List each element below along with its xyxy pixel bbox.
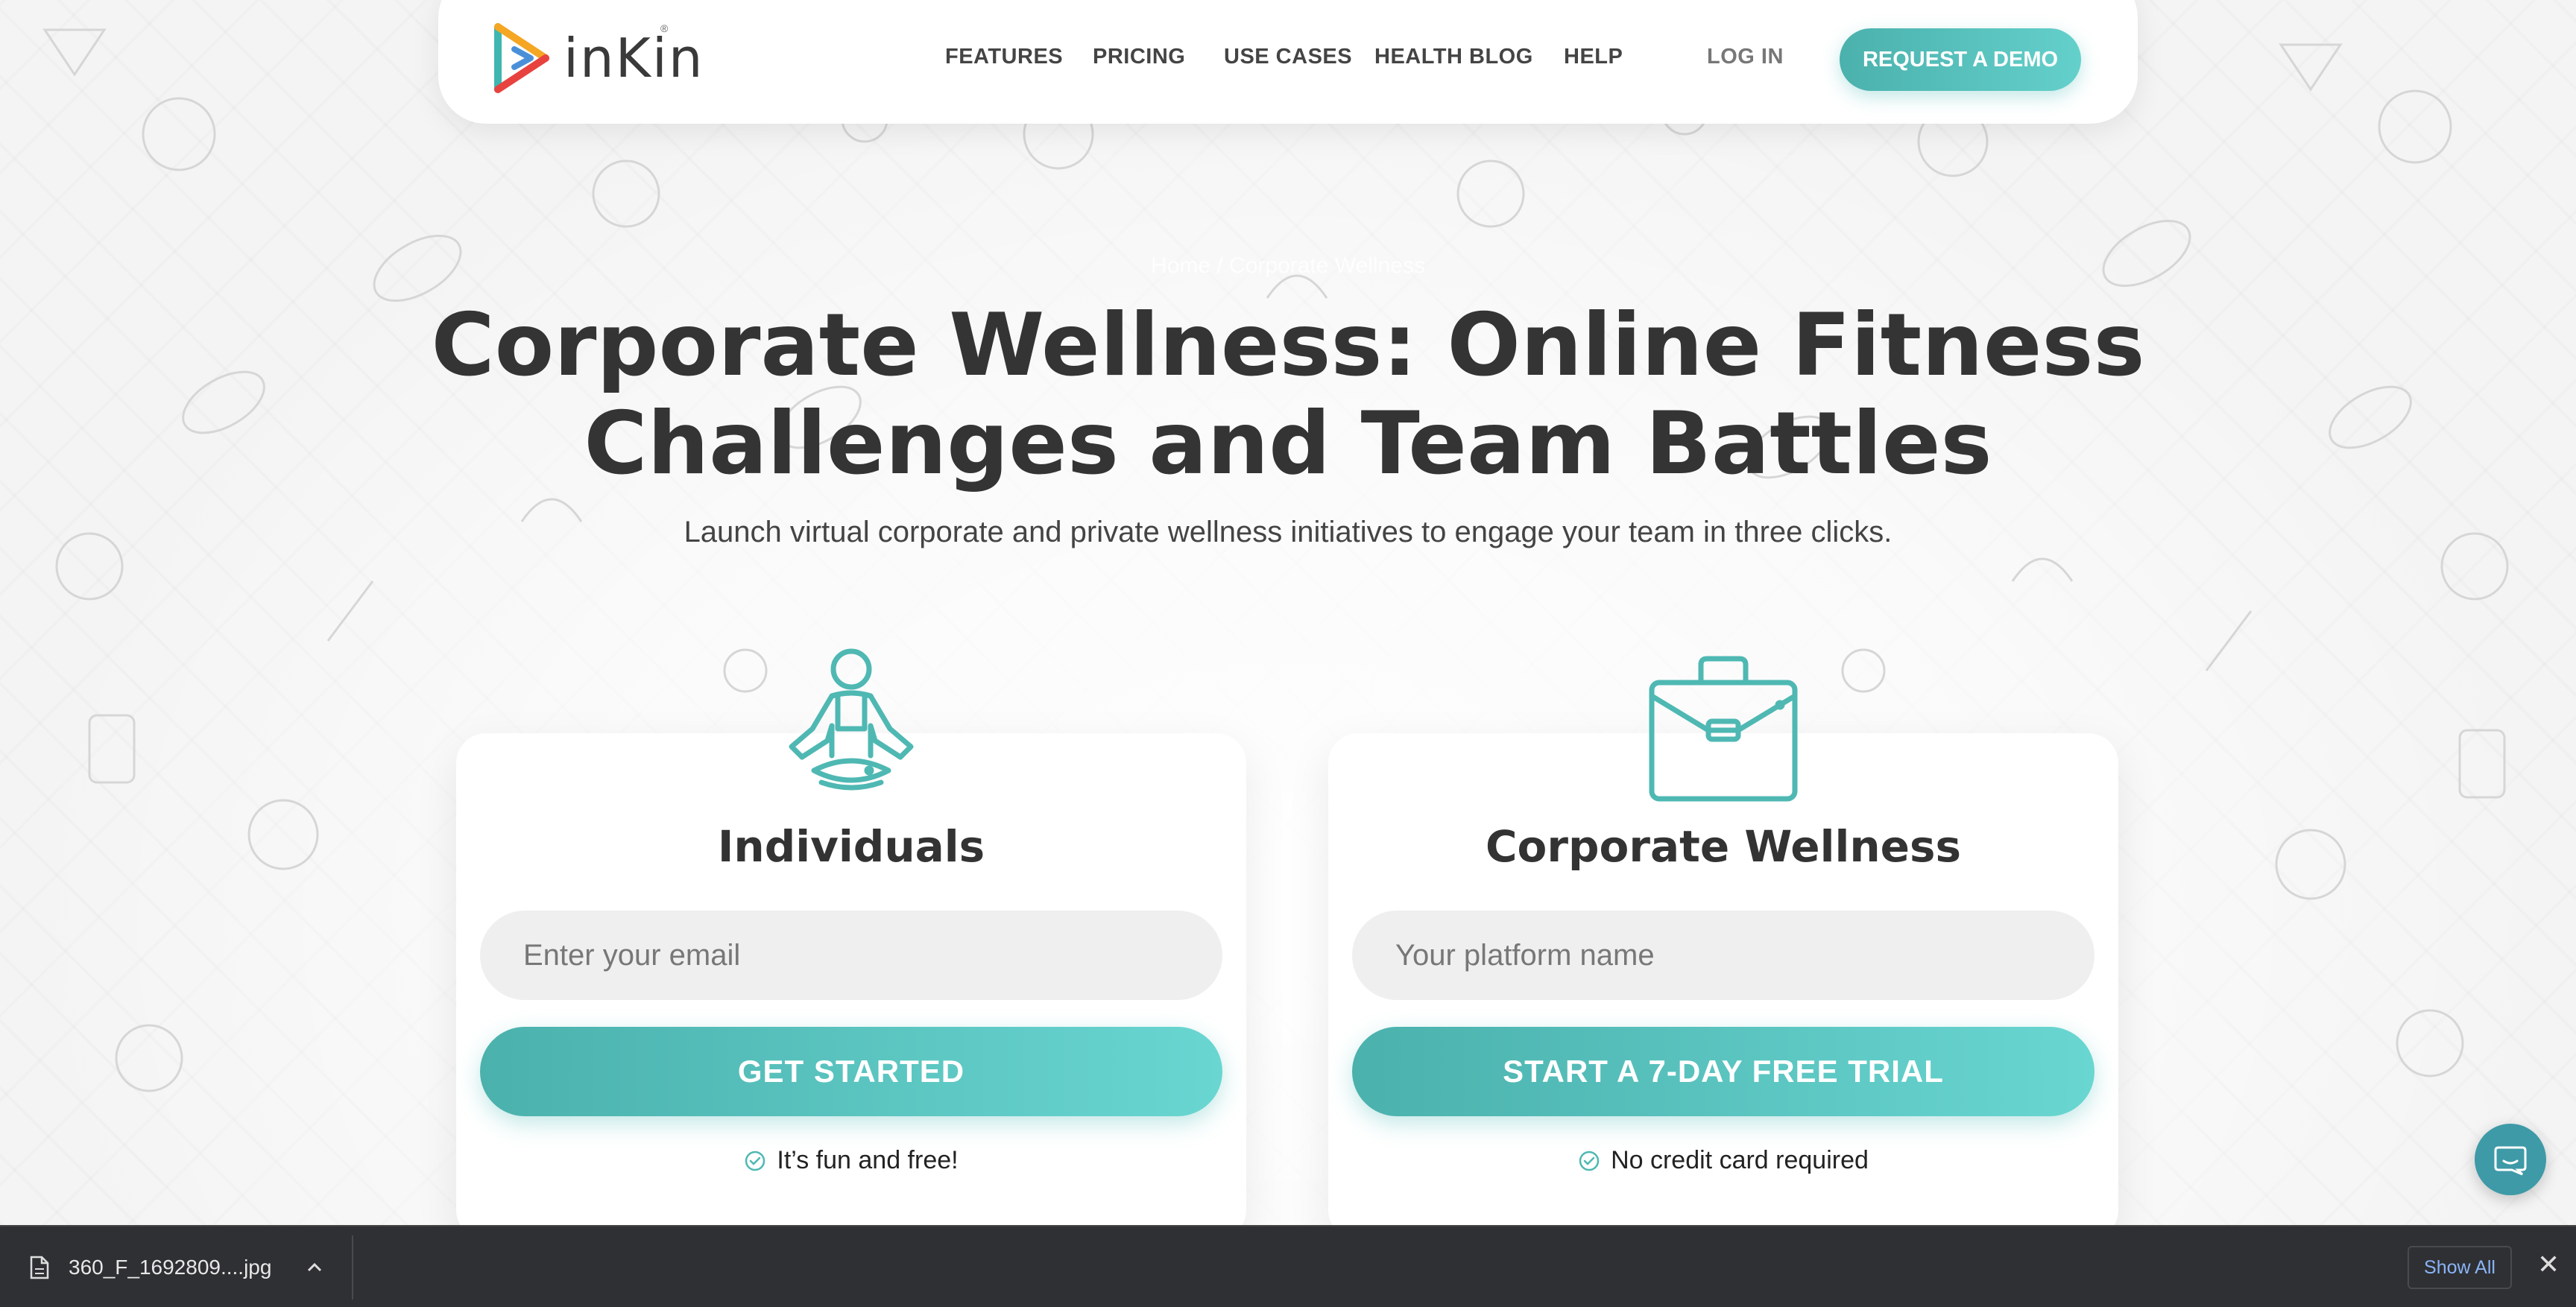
browser-download-bar: 360_F_1692809....jpg Show All ✕ <box>0 1225 2576 1307</box>
check-circle-icon <box>1579 1151 1600 1171</box>
page-subtitle: Launch virtual corporate and private wel… <box>684 516 1892 548</box>
download-item[interactable]: 360_F_1692809....jpg <box>30 1227 323 1307</box>
request-demo-button[interactable]: REQUEST A DEMO <box>1840 28 2081 91</box>
download-file-name: 360_F_1692809....jpg <box>69 1256 272 1279</box>
logo-wordmark: inKin <box>564 27 704 89</box>
nav-features[interactable]: FEATURES <box>945 45 1063 69</box>
meditation-person-icon <box>769 644 933 811</box>
individuals-card: Individuals GET STARTED It’s fun and fre… <box>456 648 1246 1240</box>
card-note-text: It’s fun and free! <box>777 1146 959 1174</box>
briefcase-icon <box>1641 644 1805 811</box>
download-divider <box>352 1235 353 1300</box>
login-link[interactable]: LOG IN <box>1707 45 1784 69</box>
card-note: No credit card required <box>1328 1146 2118 1175</box>
chevron-up-icon[interactable] <box>306 1262 323 1273</box>
nav-health-blog[interactable]: HEALTH BLOG <box>1374 45 1533 69</box>
nav-help[interactable]: HELP <box>1564 45 1623 69</box>
breadcrumb: Home / Corporate Wellness <box>1151 253 1425 278</box>
page-title: Corporate Wellness: Online Fitness Chall… <box>0 297 2576 493</box>
card-title: Individuals <box>717 821 985 872</box>
chat-icon <box>2494 1146 2527 1176</box>
card-note-text: No credit card required <box>1611 1146 1869 1174</box>
get-started-button[interactable]: GET STARTED <box>480 1027 1222 1116</box>
start-free-trial-button[interactable]: START A 7-DAY FREE TRIAL <box>1352 1027 2094 1116</box>
card-note: It’s fun and free! <box>456 1146 1246 1175</box>
inkin-logo[interactable]: inKin ® <box>492 22 704 94</box>
sports-pattern-background <box>0 0 2576 1225</box>
nav-pricing[interactable]: PRICING <box>1093 45 1185 69</box>
corporate-wellness-card: Corporate Wellness START A 7-DAY FREE TR… <box>1328 656 2118 1240</box>
card-title: Corporate Wellness <box>1485 821 1962 872</box>
pattern-doodles <box>42 22 2509 1092</box>
page-title-line-2: Challenges and Team Battles <box>584 393 1992 494</box>
inkin-logo-icon <box>494 23 549 93</box>
page-title-line-1: Corporate Wellness: Online Fitness <box>431 295 2145 396</box>
show-all-button[interactable]: Show All <box>2408 1246 2512 1289</box>
close-icon[interactable]: ✕ <box>2537 1249 2560 1280</box>
registered-mark: ® <box>660 22 669 34</box>
check-circle-icon <box>745 1151 765 1171</box>
chat-launcher-button[interactable] <box>2475 1124 2546 1195</box>
email-field[interactable] <box>480 911 1222 1000</box>
platform-name-field[interactable] <box>1352 911 2094 1000</box>
file-icon <box>30 1256 49 1279</box>
nav-use-cases[interactable]: USE CASES <box>1224 45 1352 69</box>
